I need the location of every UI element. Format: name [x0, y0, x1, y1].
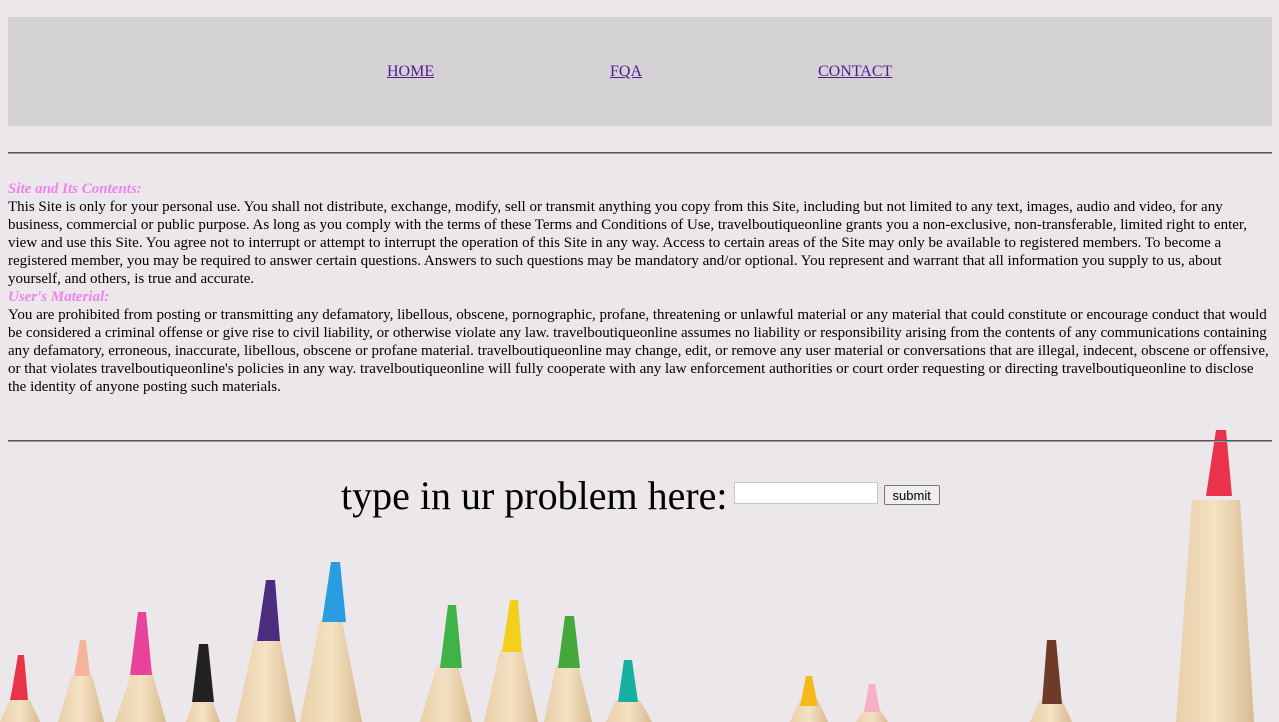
terms-content: Site and Its Contents: This Site is only… [8, 180, 1272, 396]
top-divider [8, 152, 1272, 154]
section-heading-site-contents: Site and Its Contents: [8, 181, 142, 197]
nav-link-home[interactable]: HOME [387, 63, 434, 81]
nav-bar: HOME FQA CONTACT [8, 17, 1272, 126]
bottom-divider [8, 440, 1272, 442]
section-body-site-contents: This Site is only for your personal use.… [8, 199, 1248, 287]
nav-link-contact[interactable]: CONTACT [818, 63, 892, 81]
problem-form: type in ur problem here: submit [341, 472, 940, 520]
submit-button[interactable]: submit [883, 485, 940, 505]
problem-label: type in ur problem here: [341, 473, 728, 518]
nav-link-fqa[interactable]: FQA [610, 63, 642, 81]
problem-input[interactable] [733, 482, 878, 504]
section-body-user-material: You are prohibited from posting or trans… [8, 307, 1269, 395]
section-heading-user-material: User's Material: [8, 289, 110, 305]
